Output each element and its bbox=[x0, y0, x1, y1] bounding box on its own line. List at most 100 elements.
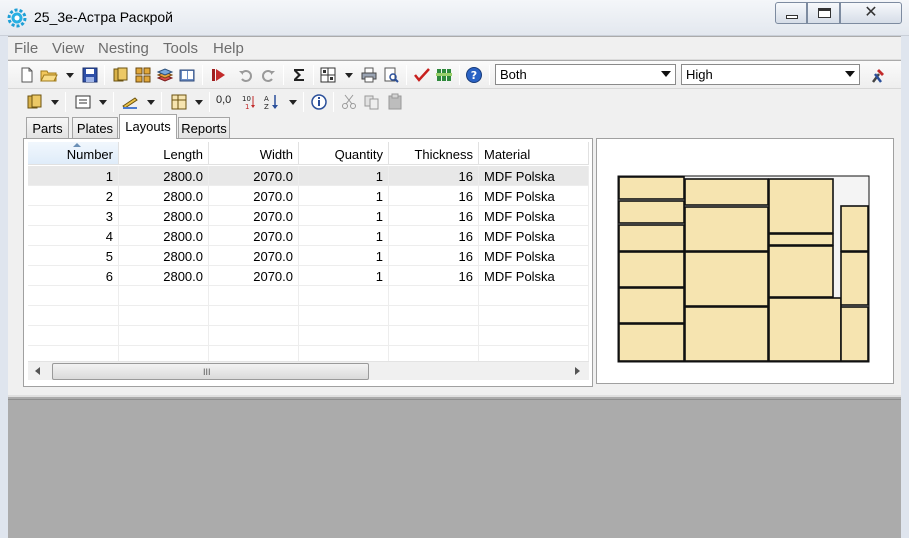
column-header-length[interactable]: Length bbox=[119, 142, 209, 165]
print-preview-icon[interactable] bbox=[382, 66, 400, 84]
decimal-format-button[interactable]: 0,0 bbox=[216, 94, 231, 106]
cell-width: 2070.0 bbox=[209, 266, 299, 286]
help-icon[interactable]: ? bbox=[465, 66, 483, 84]
menu-file[interactable]: File bbox=[14, 40, 38, 57]
table-row[interactable]: 6 2800.0 2070.0 1 16 MDF Polska bbox=[28, 266, 589, 286]
sheet-frame-icon[interactable] bbox=[170, 93, 188, 111]
open-dropdown-icon[interactable] bbox=[66, 73, 74, 78]
layout-part bbox=[768, 245, 834, 298]
view-grid-icon[interactable] bbox=[319, 66, 337, 84]
paste-icon[interactable] bbox=[386, 93, 404, 111]
chevron-down-icon[interactable] bbox=[661, 71, 671, 77]
edge-banding-icon[interactable] bbox=[121, 93, 139, 111]
cut-icon[interactable] bbox=[340, 93, 358, 111]
chevron-down-icon[interactable] bbox=[845, 71, 855, 77]
cell-thickness: 16 bbox=[389, 186, 479, 206]
toolbar-separator bbox=[283, 65, 284, 85]
toolbar-separator bbox=[313, 65, 314, 85]
cell-number: 1 bbox=[28, 166, 119, 186]
scroll-right-icon[interactable] bbox=[575, 367, 580, 375]
tab-layouts[interactable]: Layouts bbox=[119, 114, 177, 139]
menu-nesting[interactable]: Nesting bbox=[98, 40, 149, 57]
column-header-material[interactable]: Material bbox=[479, 142, 589, 165]
cell-quantity: 1 bbox=[299, 206, 389, 226]
cell-quantity: 1 bbox=[299, 226, 389, 246]
layout-grid-icon[interactable] bbox=[134, 66, 152, 84]
undo-icon[interactable] bbox=[237, 66, 255, 84]
close-button[interactable]: ✕ bbox=[840, 2, 902, 24]
open-folder-icon[interactable] bbox=[40, 66, 58, 84]
table-row bbox=[28, 326, 589, 346]
table-row[interactable]: 3 2800.0 2070.0 1 16 MDF Polska bbox=[28, 206, 589, 226]
menu-tools[interactable]: Tools bbox=[163, 40, 198, 57]
minimize-button[interactable] bbox=[775, 2, 807, 24]
column-header-width[interactable]: Width bbox=[209, 142, 299, 165]
redo-icon[interactable] bbox=[259, 66, 277, 84]
menu-help[interactable]: Help bbox=[213, 40, 244, 57]
layout-part bbox=[684, 306, 769, 362]
layout-preview[interactable] bbox=[596, 138, 894, 384]
cell-number: 2 bbox=[28, 186, 119, 206]
parts-layer bbox=[618, 176, 869, 362]
column-header-quantity[interactable]: Quantity bbox=[299, 142, 389, 165]
grid-body: Number Length Width Quantity Thickness M… bbox=[28, 142, 589, 380]
svg-text:1: 1 bbox=[245, 103, 249, 111]
frame-dropdown-icon[interactable] bbox=[195, 100, 203, 105]
cell-material: MDF Polska bbox=[479, 206, 589, 226]
cell-thickness: 16 bbox=[389, 206, 479, 226]
cell-width bbox=[209, 286, 299, 306]
scroll-left-icon[interactable] bbox=[35, 367, 40, 375]
check-icon[interactable] bbox=[413, 66, 431, 84]
scroll-thumb[interactable]: III bbox=[52, 363, 369, 380]
run-nesting-icon[interactable] bbox=[209, 66, 227, 84]
tab-plates[interactable]: Plates bbox=[72, 117, 118, 138]
layer-mode-value: Both bbox=[500, 67, 527, 82]
scroll-grip: III bbox=[203, 367, 211, 377]
machine-icon[interactable] bbox=[435, 66, 453, 84]
sum-icon[interactable] bbox=[290, 66, 308, 84]
book-icon[interactable] bbox=[178, 66, 196, 84]
list-view-icon[interactable] bbox=[74, 93, 92, 111]
numbering-icon[interactable]: 10 1 bbox=[240, 93, 258, 111]
layer-mode-select[interactable]: Both bbox=[495, 64, 676, 85]
sheets-stack-icon[interactable] bbox=[156, 66, 174, 84]
title-bar[interactable]: 25_3е-Астра Раскрой ✕ bbox=[0, 0, 909, 36]
window-border-left bbox=[0, 36, 8, 538]
list-dropdown-icon[interactable] bbox=[99, 100, 107, 105]
table-row[interactable]: 5 2800.0 2070.0 1 16 MDF Polska bbox=[28, 246, 589, 266]
column-header-number[interactable]: Number bbox=[28, 142, 119, 165]
horizontal-scrollbar[interactable]: III bbox=[28, 361, 589, 380]
info-icon[interactable] bbox=[310, 93, 328, 111]
cell-number bbox=[28, 286, 119, 306]
toolbar-separator bbox=[333, 92, 334, 112]
sort-az-icon[interactable]: AZ bbox=[263, 93, 281, 111]
parts-stack-icon[interactable] bbox=[111, 66, 129, 84]
toolbar-separator bbox=[406, 65, 407, 85]
column-header-thickness[interactable]: Thickness bbox=[389, 142, 479, 165]
cell-length: 2800.0 bbox=[119, 186, 209, 206]
maximize-button[interactable] bbox=[807, 2, 840, 24]
tab-reports[interactable]: Reports bbox=[178, 117, 230, 138]
save-icon[interactable] bbox=[81, 66, 99, 84]
cell-material bbox=[479, 306, 589, 326]
copy-icon[interactable] bbox=[363, 93, 381, 111]
print-icon[interactable] bbox=[360, 66, 378, 84]
sort-dropdown-icon[interactable] bbox=[289, 100, 297, 105]
cell-number: 6 bbox=[28, 266, 119, 286]
edge-dropdown-icon[interactable] bbox=[147, 100, 155, 105]
layout-part bbox=[618, 251, 685, 288]
table-row[interactable]: 1 2800.0 2070.0 1 16 MDF Polska bbox=[28, 166, 589, 186]
table-row[interactable]: 4 2800.0 2070.0 1 16 MDF Polska bbox=[28, 226, 589, 246]
tools-settings-icon[interactable] bbox=[869, 66, 887, 84]
new-file-icon[interactable] bbox=[18, 66, 36, 84]
quality-select[interactable]: High bbox=[681, 64, 860, 85]
view-dropdown-icon[interactable] bbox=[345, 73, 353, 78]
svg-text:A: A bbox=[264, 95, 269, 103]
tab-parts[interactable]: Parts bbox=[26, 117, 69, 138]
parts-dropdown-icon[interactable] bbox=[51, 100, 59, 105]
cell-quantity bbox=[299, 286, 389, 306]
close-icon: ✕ bbox=[864, 4, 878, 21]
table-row[interactable]: 2 2800.0 2070.0 1 16 MDF Polska bbox=[28, 186, 589, 206]
menu-view[interactable]: View bbox=[52, 40, 84, 57]
parts-stack-icon[interactable] bbox=[25, 93, 43, 111]
